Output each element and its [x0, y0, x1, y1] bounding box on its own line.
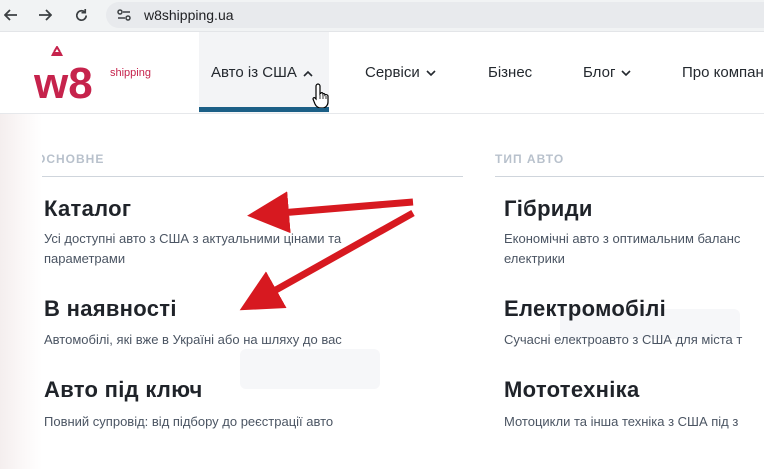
column-heading-car-type: ТИП АВТО: [495, 152, 565, 166]
logo-text: shipping: [110, 67, 151, 79]
svg-text:w8: w8: [34, 59, 93, 102]
dropdown-item-hybrids-desc: Економічні авто з оптимальним баланс еле…: [504, 231, 741, 266]
site-info-icon[interactable]: [116, 7, 132, 23]
browser-toolbar: w8shipping.ua: [0, 0, 764, 32]
menu-item-business[interactable]: Бізнес: [488, 32, 532, 113]
dropdown-item-turnkey[interactable]: Авто під ключ: [44, 377, 203, 403]
menu-item-label: Блог: [583, 64, 616, 81]
menu-item-about[interactable]: Про компан: [682, 32, 764, 113]
menu-item-label: Сервіси: [365, 64, 420, 81]
dropdown-item-hybrids[interactable]: Гібриди: [504, 196, 593, 222]
background-blur-left: [0, 114, 42, 469]
address-bar[interactable]: w8shipping.ua: [106, 2, 764, 28]
dropdown-item-catalog[interactable]: Каталог: [44, 196, 131, 222]
site-header: w8 shipping Авто із США Сервіси Бізнес Б…: [0, 32, 764, 114]
back-arrow-icon[interactable]: [0, 4, 22, 26]
w8-logo-icon: w8: [33, 45, 93, 108]
chevron-up-icon: [303, 64, 313, 81]
menu-item-label: Бізнес: [488, 64, 533, 81]
mega-menu-dropdown: ОСНОВНЕ Каталог Усі доступні авто з США …: [0, 114, 764, 469]
background-blur: [240, 349, 380, 389]
site-logo[interactable]: w8 shipping: [33, 45, 164, 108]
dropdown-item-electric[interactable]: Електромобілі: [504, 296, 666, 322]
chevron-down-icon: [621, 64, 631, 81]
menu-item-auto-usa[interactable]: Авто із США: [199, 32, 329, 113]
menu-item-label: Про компан: [682, 64, 764, 81]
forward-arrow-icon[interactable]: [34, 4, 56, 26]
dropdown-item-moto-desc: Мотоцикли та інша техніка з США під з: [504, 414, 739, 429]
menu-item-services[interactable]: Сервіси: [365, 32, 436, 113]
hand-cursor-icon: [312, 83, 329, 108]
dropdown-item-turnkey-desc: Повний супровід: від підбору до реєстрац…: [44, 414, 334, 429]
menu-item-blog[interactable]: Блог: [583, 32, 631, 113]
url-text[interactable]: w8shipping.ua: [144, 7, 234, 23]
dropdown-item-moto[interactable]: Мототехніка: [504, 377, 640, 403]
dropdown-item-catalog-desc: Усі доступні авто з США з актуальними ці…: [44, 231, 342, 266]
dropdown-item-electric-desc: Сучасні електроавто з США для міста т: [504, 332, 743, 347]
column-heading-main: ОСНОВНЕ: [36, 152, 105, 166]
menu-item-label: Авто із США: [211, 64, 297, 81]
active-menu-indicator: [199, 107, 329, 112]
column-divider: [36, 176, 463, 177]
column-divider: [495, 176, 764, 177]
dropdown-item-in-stock[interactable]: В наявності: [44, 296, 177, 322]
chevron-down-icon: [426, 64, 436, 81]
reload-icon[interactable]: [70, 4, 92, 26]
dropdown-item-in-stock-desc: Автомобілі, які вже в Україні або на шля…: [44, 332, 342, 347]
